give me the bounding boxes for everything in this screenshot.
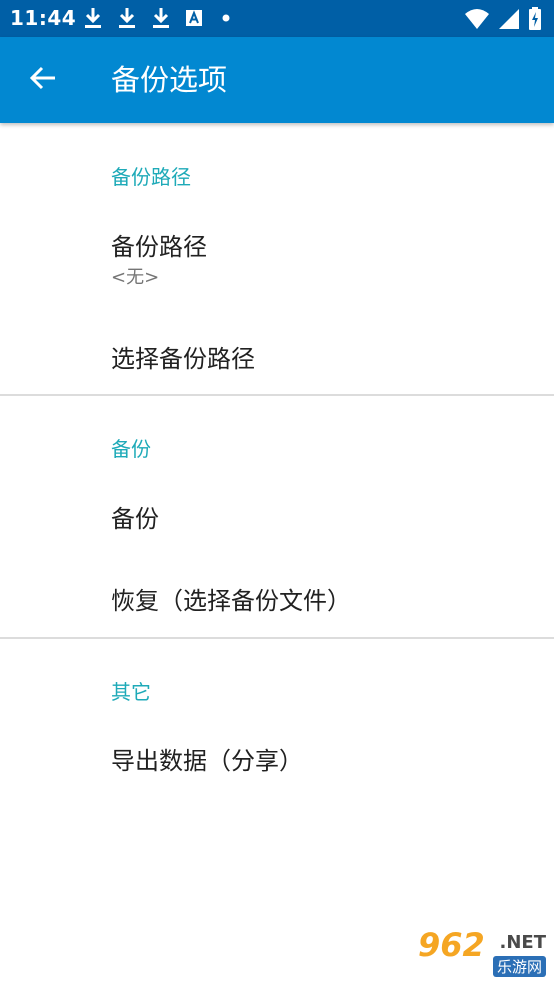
download-icon xyxy=(82,6,104,30)
pref-choose-backup-path[interactable]: 选择备份路径 xyxy=(0,323,554,393)
section-header-backup-path: 备份路径 xyxy=(111,165,191,189)
section-divider xyxy=(0,637,554,639)
pref-backup-path-summary: <无> xyxy=(111,267,160,288)
page-title: 备份选项 xyxy=(111,63,228,97)
dot-icon xyxy=(218,6,240,30)
pref-backup-title: 备份 xyxy=(111,505,159,533)
status-bar: 11:44 xyxy=(0,0,554,37)
pref-restore-title: 恢复（选择备份文件） xyxy=(111,587,351,615)
watermark-suffix: .NET xyxy=(499,932,546,953)
pref-restore[interactable]: 恢复（选择备份文件） xyxy=(0,561,554,633)
status-icons-left xyxy=(82,6,240,30)
section-header-backup: 备份 xyxy=(111,437,151,461)
pref-backup[interactable]: 备份 xyxy=(0,479,554,551)
arrow-back-icon xyxy=(29,64,57,96)
watermark-cn: 乐游网 xyxy=(492,956,546,977)
status-icons-right xyxy=(464,7,542,35)
pref-choose-backup-path-title: 选择备份路径 xyxy=(111,345,255,373)
section-divider xyxy=(0,394,554,396)
pref-export-data[interactable]: 导出数据（分享） xyxy=(0,721,554,793)
section-header-other: 其它 xyxy=(111,680,151,704)
wifi-icon xyxy=(464,8,490,34)
back-button[interactable] xyxy=(20,57,66,103)
signal-icon xyxy=(498,8,520,34)
font-icon xyxy=(184,6,206,30)
watermark-logo: 962 .NET 乐游网 xyxy=(408,926,546,978)
battery-icon xyxy=(528,7,542,35)
watermark-number: 962 xyxy=(418,926,485,964)
pref-backup-path[interactable]: 备份路径 <无> xyxy=(0,209,554,299)
status-time: 11:44 xyxy=(10,6,77,30)
app-bar: 备份选项 xyxy=(0,37,554,123)
pref-backup-path-title: 备份路径 xyxy=(111,233,207,261)
download-icon xyxy=(116,6,138,30)
pref-export-data-title: 导出数据（分享） xyxy=(111,747,303,775)
download-icon xyxy=(150,6,172,30)
